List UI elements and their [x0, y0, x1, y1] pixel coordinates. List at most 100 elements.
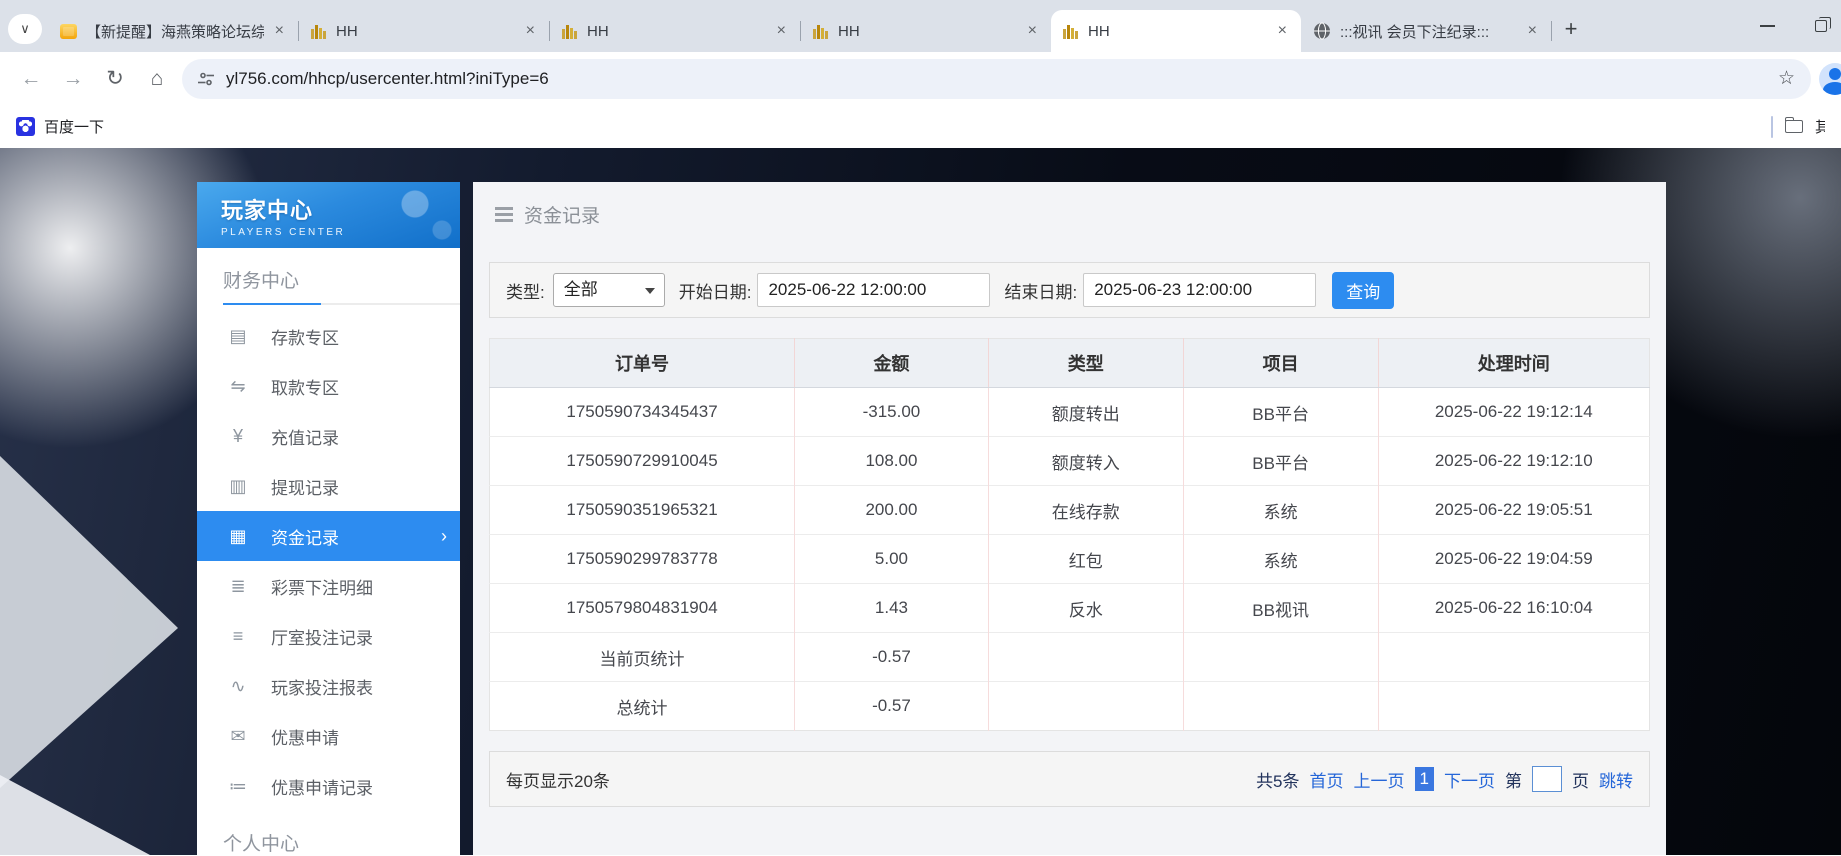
browser-toolbar: ← → ↻ ⌂ yl756.com/hhcp/usercenter.html?i…	[0, 52, 1841, 105]
col-time: 处理时间	[1378, 339, 1649, 388]
cell-amount: 200.00	[795, 486, 989, 535]
browser-tab-video-records[interactable]: :::视讯 会员下注纪录::: ×	[1301, 10, 1551, 52]
jump-label-after: 页	[1572, 767, 1589, 792]
bookmark-baidu[interactable]: 百度一下	[16, 116, 104, 137]
sidebar-item-withdrawal-records[interactable]: ▥ 提现记录	[197, 461, 460, 511]
type-select[interactable]: 全部	[553, 273, 665, 307]
gold-bars-icon	[813, 24, 829, 39]
prev-page-link[interactable]: 上一页	[1354, 767, 1405, 792]
sidebar-item-deposit[interactable]: ▤ 存款专区	[197, 311, 460, 361]
sidebar-item-promo-apply[interactable]: ✉ 优惠申请	[197, 711, 460, 761]
address-bar[interactable]: yl756.com/hhcp/usercenter.html?iniType=6…	[182, 59, 1811, 99]
browser-tab-hh-2[interactable]: HH ×	[550, 10, 800, 52]
sidebar-item-label: 资金记录	[271, 524, 339, 549]
site-info-icon[interactable]	[198, 72, 214, 86]
sidebar-item-label: 存款专区	[271, 324, 339, 349]
list-icon: ≣	[228, 576, 248, 597]
other-bookmarks-label[interactable]: 其	[1815, 116, 1825, 137]
sidebar-item-label: 优惠申请	[271, 724, 339, 749]
restore-button[interactable]	[1815, 20, 1827, 32]
cell-project: 系统	[1183, 486, 1378, 535]
tab-title: 【新提醒】海燕策略论坛综	[86, 21, 264, 42]
type-select-value: 全部	[564, 280, 598, 299]
cell-summary-amount: -0.57	[795, 633, 989, 682]
cell-order-id: 1750590729910045	[490, 437, 795, 486]
sidebar-item-promo-apply-records[interactable]: ≔ 优惠申请记录	[197, 761, 460, 811]
close-tab-icon[interactable]: ×	[775, 22, 788, 40]
sidebar-item-withdraw[interactable]: ⇋ 取款专区	[197, 361, 460, 411]
type-label: 类型:	[506, 278, 545, 303]
reload-icon[interactable]: ↻	[98, 62, 132, 96]
back-icon[interactable]: ←	[14, 62, 48, 96]
sidebar-item-label: 厅室投注记录	[271, 624, 373, 649]
cell-project: BB平台	[1183, 388, 1378, 437]
sidebar-item-funds-records[interactable]: ▦ 资金记录 ›	[197, 511, 460, 561]
money-bag-icon: ¥	[228, 426, 248, 447]
mail-icon	[60, 24, 77, 39]
col-amount: 金额	[795, 339, 989, 388]
bookmark-star-icon[interactable]: ☆	[1778, 67, 1795, 90]
sidebar-item-label: 优惠申请记录	[271, 774, 373, 799]
cell-type: 红包	[988, 535, 1183, 584]
funds-record-table: 订单号 金额 类型 项目 处理时间 1750590734345437 -315.…	[489, 338, 1650, 731]
tab-title: :::视讯 会员下注纪录:::	[1340, 21, 1517, 42]
tab-title: HH	[587, 23, 766, 40]
sidebar-item-lottery-bet-details[interactable]: ≣ 彩票下注明细	[197, 561, 460, 611]
start-date-input[interactable]	[757, 273, 990, 307]
browser-tab-hh-3[interactable]: HH ×	[801, 10, 1051, 52]
table-row: 1750590729910045 108.00 额度转入 BB平台 2025-0…	[490, 437, 1650, 486]
section-title-finance: 财务中心	[197, 248, 460, 293]
browser-tab-forum[interactable]: 【新提醒】海燕策略论坛综 ×	[48, 10, 298, 52]
jump-page-input[interactable]	[1532, 766, 1562, 792]
cell-summary-amount: -0.57	[795, 682, 989, 731]
tab-title: HH	[336, 23, 515, 40]
background-corner-art	[0, 775, 150, 855]
profile-avatar[interactable]	[1819, 63, 1841, 95]
cell-order-id: 1750590299783778	[490, 535, 795, 584]
query-button[interactable]: 查询	[1332, 272, 1394, 309]
first-page-link[interactable]: 首页	[1310, 767, 1344, 792]
close-tab-icon[interactable]: ×	[273, 22, 286, 40]
jump-go-link[interactable]: 跳转	[1599, 767, 1633, 792]
cell-time: 2025-06-22 19:05:51	[1378, 486, 1649, 535]
gold-bars-icon	[1063, 24, 1079, 39]
sidebar-item-hall-bet-records[interactable]: ≡ 厅室投注记录	[197, 611, 460, 661]
page-header: 资金记录	[473, 182, 1666, 246]
cash-icon: ▦	[228, 526, 248, 547]
page-title: 资金记录	[524, 201, 600, 228]
table-row-total-summary: 总统计 -0.57	[490, 682, 1650, 731]
close-tab-icon[interactable]: ×	[524, 22, 537, 40]
folder-icon[interactable]	[1785, 120, 1803, 133]
forward-icon[interactable]: →	[56, 62, 90, 96]
cell-project: BB平台	[1183, 437, 1378, 486]
close-tab-icon[interactable]: ×	[1276, 22, 1289, 40]
next-page-link[interactable]: 下一页	[1444, 767, 1495, 792]
browser-tab-hh-1[interactable]: HH ×	[299, 10, 549, 52]
jump-label-before: 第	[1505, 767, 1522, 792]
minimize-button[interactable]	[1760, 25, 1775, 27]
gold-bars-icon	[311, 24, 327, 39]
table-row-page-summary: 当前页统计 -0.57	[490, 633, 1650, 682]
gold-bars-icon	[562, 24, 578, 39]
bookmarks-divider	[1771, 116, 1773, 138]
section-underline	[223, 303, 460, 305]
close-tab-icon[interactable]: ×	[1026, 22, 1039, 40]
cell-summary-label: 总统计	[490, 682, 795, 731]
current-page-badge[interactable]: 1	[1415, 767, 1434, 791]
new-tab-button[interactable]: +	[1556, 14, 1586, 44]
bookmark-label: 百度一下	[44, 116, 104, 137]
baidu-paw-icon	[16, 117, 35, 136]
sidebar-item-player-bet-report[interactable]: ∿ 玩家投注报表	[197, 661, 460, 711]
page-background: 玩家中心 PLAYERS CENTER 财务中心 ▤ 存款专区 ⇋ 取款专区 ¥…	[0, 148, 1841, 855]
tab-search-button[interactable]: ∨	[8, 14, 42, 44]
col-project: 项目	[1183, 339, 1378, 388]
sidebar-item-recharge-records[interactable]: ¥ 充值记录	[197, 411, 460, 461]
cell-project: BB视讯	[1183, 584, 1378, 633]
home-icon[interactable]: ⌂	[140, 62, 174, 96]
hamburger-icon[interactable]	[495, 207, 513, 222]
close-tab-icon[interactable]: ×	[1526, 22, 1539, 40]
browser-tab-hh-active[interactable]: HH ×	[1051, 10, 1301, 52]
end-date-input[interactable]	[1083, 273, 1316, 307]
cell-amount: -315.00	[795, 388, 989, 437]
list-icon: ≔	[228, 776, 248, 797]
